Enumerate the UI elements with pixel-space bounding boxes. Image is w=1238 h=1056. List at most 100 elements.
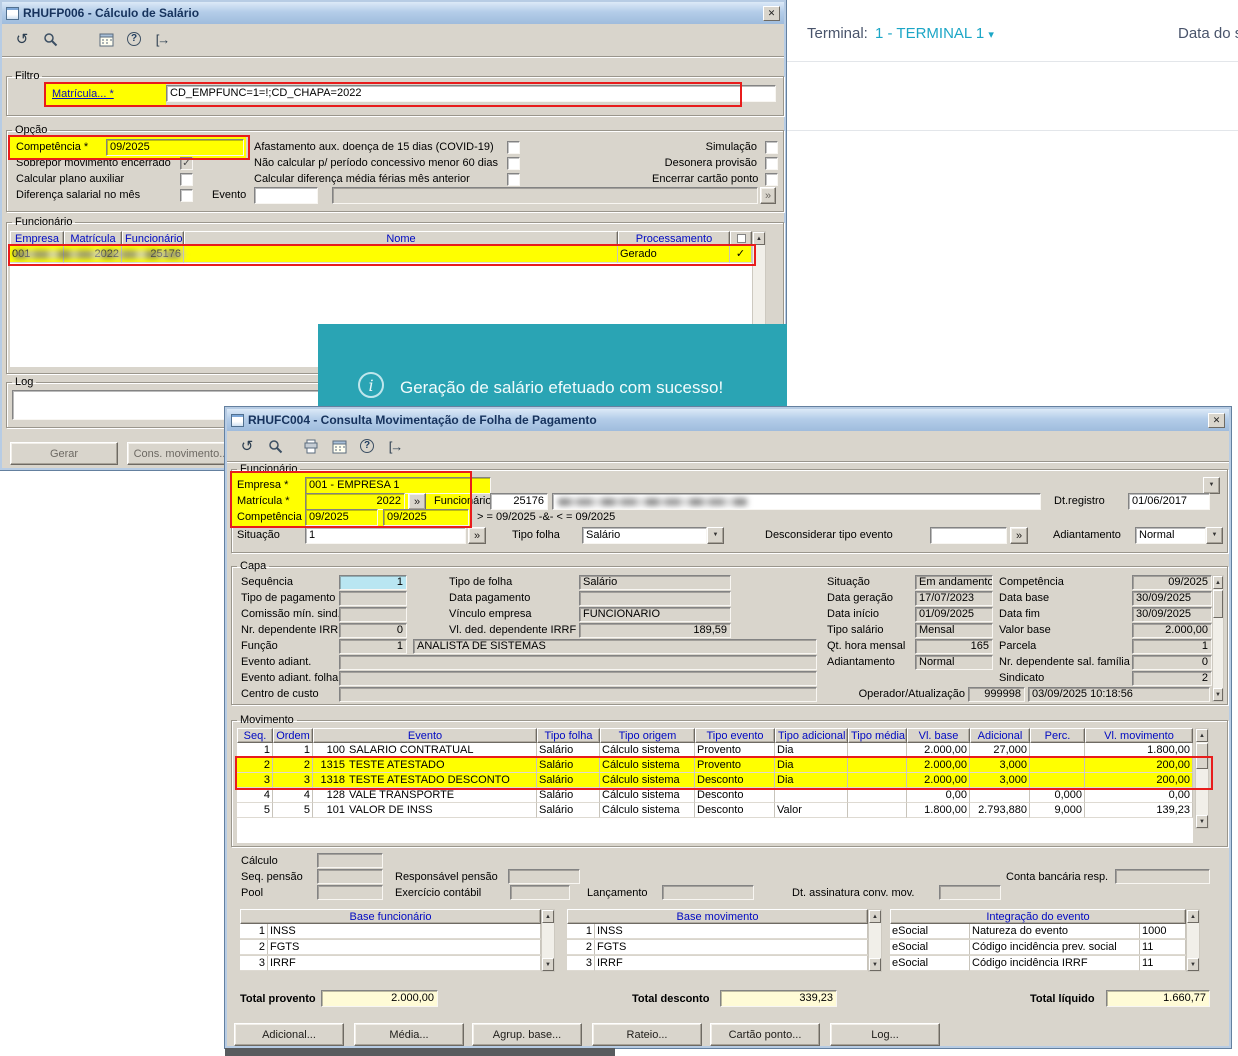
dt-registro-field[interactable]: 01/06/2017 [1128, 493, 1210, 510]
cell-vl-movimento[interactable]: 0,00 [1085, 788, 1193, 803]
base-movimento-scrollbar[interactable]: ▲ ▼ [868, 909, 882, 972]
funcionario-row[interactable]: 001 2022 25176 Gerado ✓ [10, 246, 752, 263]
base-row[interactable]: 3 IRRF [240, 956, 541, 971]
col-matricula[interactable]: Matrícula [64, 231, 122, 246]
competencia-field[interactable]: 09/2025 [106, 139, 244, 156]
cell-tipo-origem[interactable]: Cálculo sistema [600, 788, 695, 803]
cell-adicional[interactable]: 3,000 [970, 773, 1030, 788]
desconsiderar-lookup-button[interactable]: » [1010, 527, 1028, 544]
filter-expression-field[interactable]: CD_EMPFUNC=1=!;CD_CHAPA=2022 [166, 85, 776, 102]
cell-ordem[interactable]: 2 [273, 758, 313, 773]
cell-name[interactable]: FGTS [268, 940, 541, 955]
cell-num[interactable]: 2 [567, 940, 595, 955]
cell-tipo-folha[interactable]: Salário [537, 788, 600, 803]
cell-perc[interactable]: 9,000 [1030, 803, 1085, 818]
cell-seq[interactable]: 1 [237, 743, 273, 758]
adicional-button[interactable]: Adicional... [234, 1023, 344, 1046]
col-tipo-evento[interactable]: Tipo evento [695, 728, 775, 743]
cell-tipo-media[interactable] [848, 758, 907, 773]
cell-seq[interactable]: 2 [237, 758, 273, 773]
empresa-field[interactable]: 001 - EMPRESA 1 [305, 477, 491, 494]
cell-tipo-adicional[interactable]: Dia [775, 743, 848, 758]
col-processamento[interactable]: Processamento [618, 231, 730, 246]
cell-tipo-media[interactable] [848, 773, 907, 788]
search-icon[interactable] [263, 436, 287, 456]
scroll-up-button[interactable]: ▲ [1187, 910, 1199, 923]
scroll-thumb[interactable] [1213, 590, 1223, 618]
cell-adicional[interactable]: 3,000 [970, 758, 1030, 773]
terminal-value[interactable]: 1 - TERMINAL 1 [875, 25, 984, 42]
terminal-selector[interactable]: 1 - TERMINAL 1 ▾ [875, 25, 994, 42]
cell-valor[interactable]: 11 [1140, 940, 1186, 955]
search-icon[interactable] [38, 29, 62, 49]
scroll-up-button[interactable]: ▲ [542, 910, 554, 923]
cell-tipo-origem[interactable]: Cálculo sistema [600, 758, 695, 773]
col-vl-base[interactable]: Vl. base [907, 728, 970, 743]
cell-check[interactable]: ✓ [730, 246, 752, 263]
sequencia-field[interactable]: 1 [339, 575, 407, 590]
cell-adicional[interactable]: 2.793,880 [970, 803, 1030, 818]
cell-tipo-evento[interactable]: Provento [695, 743, 775, 758]
integracao-row[interactable]: eSocial Código incidência prev. social 1… [890, 940, 1186, 955]
cell-name[interactable]: FGTS [595, 940, 868, 955]
evento-code-field[interactable] [254, 187, 318, 204]
cell-valor[interactable]: 1000 [1140, 924, 1186, 939]
cell-vl-base[interactable]: 2.000,00 [907, 743, 970, 758]
adiantamento-dropdown[interactable]: ▼ [1206, 527, 1223, 544]
exit-icon[interactable]: [→ [383, 436, 407, 456]
scroll-thumb[interactable] [1196, 743, 1208, 769]
matricula-filter-link[interactable]: Matrícula... * [52, 87, 114, 102]
base-row[interactable]: 1 INSS [240, 924, 541, 939]
cell-tipo-adicional[interactable]: Dia [775, 773, 848, 788]
cell-vl-base[interactable]: 0,00 [907, 788, 970, 803]
integracao-title[interactable]: Integração do evento [890, 909, 1186, 924]
evento-lookup-button[interactable]: » [760, 187, 776, 204]
integracao-row[interactable]: eSocial Código incidência IRRF 11 [890, 956, 1186, 971]
cell-num[interactable]: 3 [240, 956, 268, 971]
cell-adicional[interactable]: 27,000 [970, 743, 1030, 758]
col-nome[interactable]: Nome [184, 231, 618, 246]
exit-icon[interactable]: [→ [150, 29, 174, 49]
cell-valor[interactable]: 11 [1140, 956, 1186, 971]
base-row[interactable]: 3 IRRF [567, 956, 868, 971]
movimento-row[interactable]: 5 5 101 VALOR DE INSS Salário Cálculo sis… [237, 803, 1193, 818]
cell-tipo-origem[interactable]: Cálculo sistema [600, 803, 695, 818]
cell-tipo-folha[interactable]: Salário [537, 803, 600, 818]
window2-close-button[interactable]: ✕ [1208, 412, 1225, 428]
scroll-up-button[interactable]: ▲ [869, 910, 881, 923]
rateio-button[interactable]: Rateio... [592, 1023, 702, 1046]
calendar-icon[interactable] [94, 29, 118, 49]
movimento-row[interactable]: 4 4 128 VALE TRANSPORTE Salário Cálculo s… [237, 788, 1193, 803]
cons-movimento-button[interactable]: Cons. movimento... [127, 442, 235, 465]
desonera-checkbox[interactable] [765, 157, 778, 170]
refresh-icon[interactable]: ↺ [10, 29, 34, 49]
competencia-de-field[interactable]: 09/2025 [305, 509, 378, 526]
cell-desc[interactable]: Natureza do evento [970, 924, 1140, 939]
col-perc[interactable]: Perc. [1030, 728, 1085, 743]
situacao-field[interactable]: 1 [305, 527, 466, 544]
situacao-lookup-button[interactable]: » [468, 527, 486, 544]
cell-evento[interactable]: 1318 TESTE ATESTADO DESCONTO [313, 773, 537, 788]
cell-tipo[interactable]: eSocial [890, 924, 970, 939]
cell-tipo-media[interactable] [848, 803, 907, 818]
base-row[interactable]: 1 INSS [567, 924, 868, 939]
cell-tipo-folha[interactable]: Salário [537, 773, 600, 788]
cell-ordem[interactable]: 5 [273, 803, 313, 818]
cell-perc[interactable] [1030, 743, 1085, 758]
cell-evento[interactable]: 128 VALE TRANSPORTE [313, 788, 537, 803]
cell-evento[interactable]: 101 VALOR DE INSS [313, 803, 537, 818]
cell-vl-movimento[interactable]: 200,00 [1085, 758, 1193, 773]
help-icon[interactable]: ? [122, 29, 146, 49]
matricula-lookup-button[interactable]: » [408, 493, 426, 510]
base-row[interactable]: 2 FGTS [240, 940, 541, 955]
empresa-dropdown[interactable]: ▼ [1203, 477, 1220, 494]
nao-calcular-checkbox[interactable] [507, 157, 520, 170]
cell-perc[interactable]: 0,000 [1030, 788, 1085, 803]
cell-tipo-adicional[interactable]: Dia [775, 758, 848, 773]
matricula-field[interactable]: 2022 [305, 493, 405, 510]
plano-aux-checkbox[interactable] [180, 173, 193, 186]
cell-num[interactable]: 2 [240, 940, 268, 955]
cell-tipo-adicional[interactable]: Valor [775, 803, 848, 818]
col-seq[interactable]: Seq. [237, 728, 273, 743]
cell-evento[interactable]: 100 SALARIO CONTRATUAL [313, 743, 537, 758]
